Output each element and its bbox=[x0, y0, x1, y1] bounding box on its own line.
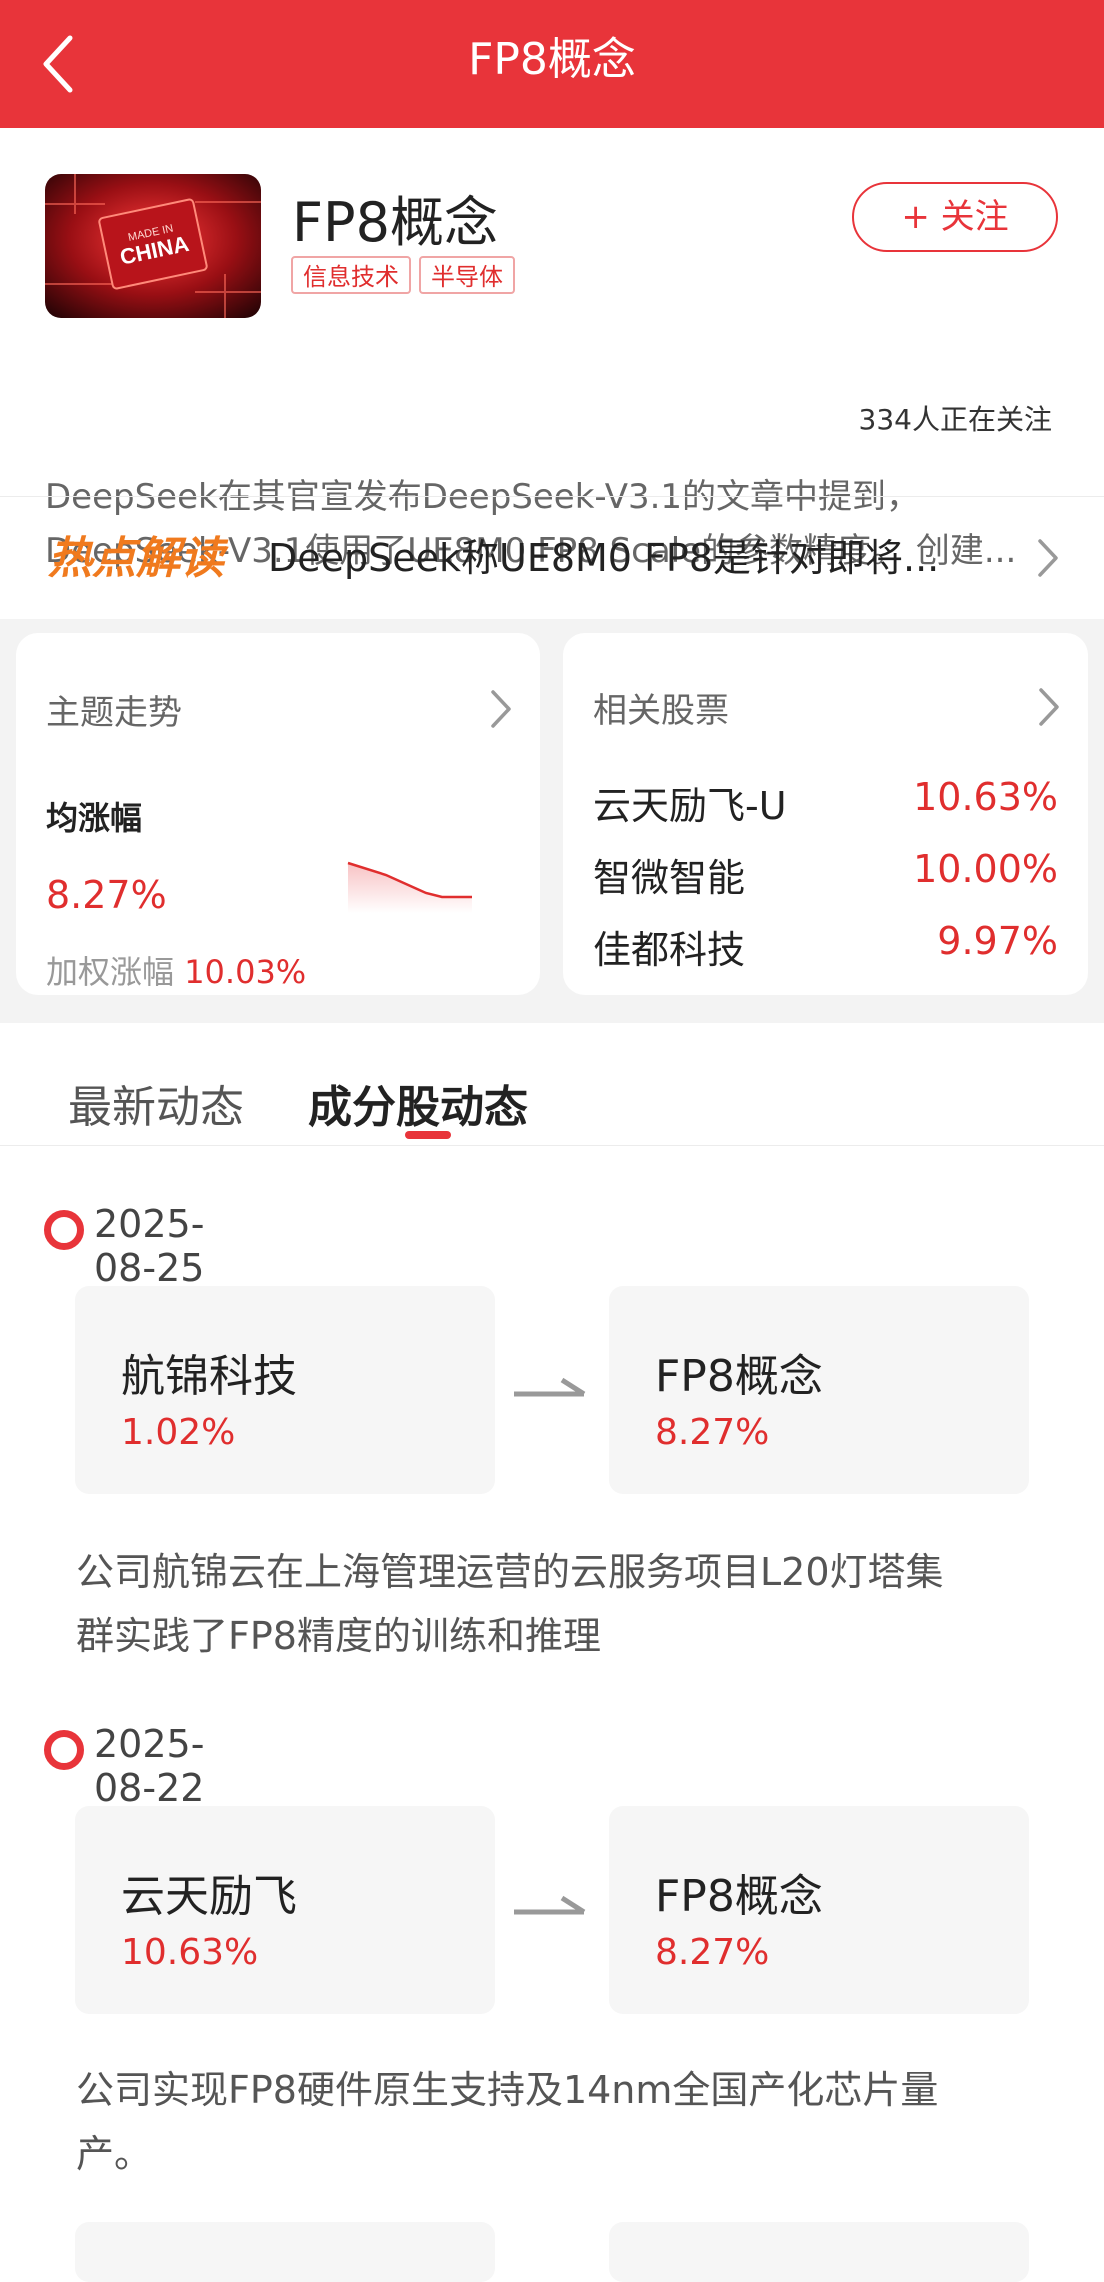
page-title: FP8概念 bbox=[468, 34, 636, 85]
topic-header: MADE IN CHINA FP8概念 信息技术 半导体 + 关注 334人正在… bbox=[0, 128, 1104, 571]
related-stock-row[interactable]: 云天励飞-U 10.63% bbox=[593, 775, 1058, 835]
related-stock-row[interactable]: 智微智能 10.00% bbox=[593, 847, 1058, 907]
chevron-right-icon bbox=[1038, 687, 1060, 731]
stock-name: 云天励飞 bbox=[121, 1871, 297, 1922]
topic-name: FP8概念 bbox=[292, 191, 498, 254]
stock-name: 智微智能 bbox=[593, 856, 746, 900]
stock-change: 10.63% bbox=[121, 1932, 259, 1973]
stock-box[interactable]: 航锦科技 1.02% bbox=[75, 1286, 495, 1494]
timeline-dot-icon bbox=[44, 1210, 84, 1250]
related-stocks-title: 相关股票 bbox=[593, 691, 729, 731]
timeline-dot-icon bbox=[44, 1730, 84, 1770]
hot-badge: 热点解读 bbox=[46, 531, 242, 587]
tag-it[interactable]: 信息技术 bbox=[291, 256, 411, 294]
follow-count: 334人正在关注 bbox=[858, 403, 1052, 436]
concept-change: 8.27% bbox=[655, 1932, 770, 1973]
tab-latest-news[interactable]: 最新动态 bbox=[68, 1071, 244, 1135]
tab-bar: 最新动态 成分股动态 bbox=[0, 1023, 1104, 1146]
concept-name: FP8概念 bbox=[655, 1351, 823, 1402]
chevron-right-icon bbox=[1036, 537, 1060, 583]
follow-button[interactable]: + 关注 bbox=[852, 182, 1058, 252]
stock-name: 航锦科技 bbox=[121, 1351, 297, 1402]
stock-change: 10.00% bbox=[913, 847, 1058, 891]
stock-name: 佳都科技 bbox=[593, 928, 746, 972]
weighted-change: 加权涨幅 10.03% bbox=[46, 947, 306, 993]
reason-line: 产。 bbox=[76, 2132, 153, 2176]
active-tab-indicator bbox=[405, 1131, 451, 1139]
date-text: 2025-08-22 bbox=[94, 1722, 205, 1810]
avg-change-label: 均涨幅 bbox=[46, 799, 143, 837]
related-stocks-card[interactable]: 相关股票 云天励飞-U 10.63% 智微智能 10.00% 佳都科技 9.97… bbox=[563, 633, 1088, 995]
concept-box[interactable]: FP8概念 8.27% bbox=[609, 1806, 1029, 2014]
stock-change: 10.63% bbox=[913, 775, 1058, 819]
top-bar: FP8概念 bbox=[0, 0, 1104, 128]
hot-badge-text: 热点解读 bbox=[48, 533, 229, 583]
hot-text: DeepSeek称UE8M0 FP8是针对即将... bbox=[268, 536, 940, 580]
weighted-change-value: 10.03% bbox=[184, 953, 307, 991]
summary-cards: 主题走势 均涨幅 8.27% 加权涨幅 10.03% 相关股票 云天励飞-U 1… bbox=[0, 619, 1104, 1023]
reason-line: 公司实现FP8硬件原生支持及14nm全国产化芯片量 bbox=[76, 2068, 939, 2112]
reason-line: 公司航锦云在上海管理运营的云服务项目L20灯塔集 bbox=[76, 1550, 944, 1594]
theme-trend-card[interactable]: 主题走势 均涨幅 8.27% 加权涨幅 10.03% bbox=[16, 633, 540, 995]
stock-name: 云天励飞-U bbox=[593, 784, 787, 828]
date-text: 2025-08-25 bbox=[94, 1202, 205, 1290]
concept-change: 8.27% bbox=[655, 1412, 770, 1453]
chevron-right-icon bbox=[490, 689, 512, 733]
related-stock-row[interactable]: 佳都科技 9.97% bbox=[593, 919, 1058, 979]
event-reason: 公司航锦云在上海管理运营的云服务项目L20灯塔集 群实践了FP8精度的训练和推理 bbox=[76, 1540, 1036, 1668]
concept-name: FP8概念 bbox=[655, 1871, 823, 1922]
reason-line: 群实践了FP8精度的训练和推理 bbox=[76, 1614, 601, 1658]
trend-sparkline bbox=[346, 855, 476, 919]
topic-logo: MADE IN CHINA bbox=[45, 174, 261, 318]
tag-semiconductor[interactable]: 半导体 bbox=[419, 256, 515, 294]
arrow-right-icon bbox=[512, 1884, 588, 1928]
hot-interpretation-row[interactable]: 热点解读 DeepSeek称UE8M0 FP8是针对即将... bbox=[0, 496, 1104, 619]
stock-box[interactable] bbox=[75, 2222, 495, 2282]
arrow-right-icon bbox=[512, 1366, 588, 1410]
stock-box[interactable]: 云天励飞 10.63% bbox=[75, 1806, 495, 2014]
avg-change-value: 8.27% bbox=[46, 873, 167, 917]
stock-change: 1.02% bbox=[121, 1412, 236, 1453]
stock-change: 9.97% bbox=[937, 919, 1058, 963]
tab-component-news[interactable]: 成分股动态 bbox=[308, 1071, 528, 1135]
event-reason: 公司实现FP8硬件原生支持及14nm全国产化芯片量 产。 bbox=[76, 2058, 1036, 2186]
theme-trend-title: 主题走势 bbox=[46, 693, 182, 733]
concept-box[interactable]: FP8概念 8.27% bbox=[609, 1286, 1029, 1494]
concept-box[interactable] bbox=[609, 2222, 1029, 2282]
weighted-change-label: 加权涨幅 bbox=[46, 953, 175, 991]
